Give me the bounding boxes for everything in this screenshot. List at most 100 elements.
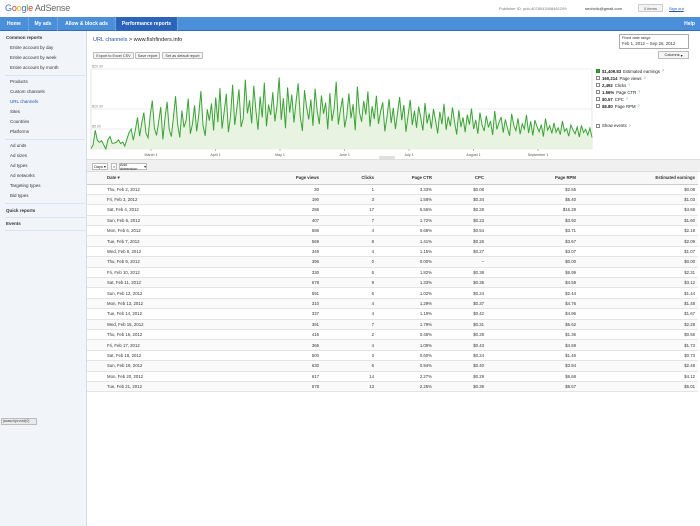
export-csv-button[interactable]: Export to Excel CSV xyxy=(93,52,134,59)
cell-estimated-earnings: $5.01 xyxy=(579,381,698,393)
sidebar-item-bid-types[interactable]: Bid types xyxy=(10,193,29,198)
cell-clicks: 4 xyxy=(322,225,377,237)
dimension-bar: Days ▾ × Add dimension ▾ xyxy=(87,159,700,172)
table-row: Tue, Feb 21, 2012 578 13 2.25% $0.39 $8.67 $5.… xyxy=(87,381,698,393)
legend-row-page-rpm[interactable]: $8.80 Page RPM? xyxy=(596,103,640,109)
set-default-report-button[interactable]: Set as default report xyxy=(162,52,203,59)
help-icon[interactable]: ? xyxy=(638,104,640,108)
cell-page-rpm: $3.92 xyxy=(487,215,579,227)
column-header-page-ctr[interactable]: Page CTR xyxy=(377,172,435,185)
sidebar-item-account-by-month[interactable]: Entire account by month xyxy=(10,65,59,70)
x-tick-label: June 1 xyxy=(339,153,350,157)
cell-estimated-earnings: $4.12 xyxy=(579,371,698,382)
cell-estimated-earnings: $1.07 xyxy=(579,246,698,258)
cell-clicks: 6 xyxy=(322,360,377,372)
cell-clicks: 4 xyxy=(322,246,377,258)
cell-clicks: 8 xyxy=(322,235,377,247)
cell-page-rpm: $3.71 xyxy=(487,225,579,237)
checkbox-icon[interactable] xyxy=(596,97,600,101)
sidebar-item-platforms[interactable]: Platforms xyxy=(10,129,29,134)
table-row: Fri, Feb 10, 2012 330 6 1.82% $0.38 $6.99 $2.3… xyxy=(87,267,698,279)
sidebar-item-url-channels[interactable]: URL channels xyxy=(10,99,38,104)
column-header-page-views[interactable]: Page views xyxy=(237,172,322,185)
sidebar-item-custom-channels[interactable]: Custom channels xyxy=(10,89,45,94)
legend-row-cpc[interactable]: $0.57 CPC? xyxy=(596,96,628,102)
column-header-page-rpm[interactable]: Page RPM xyxy=(487,172,579,185)
sign-out-link[interactable]: Sign out xyxy=(669,6,684,11)
x-tick-label: March 1 xyxy=(145,153,158,157)
cell-clicks: 6 xyxy=(322,287,377,299)
checkbox-icon[interactable] xyxy=(596,90,600,94)
table-header-row: Date ▾ Page views Clicks Page CTR CPC Pa… xyxy=(87,172,698,185)
sidebar-item-ad-types[interactable]: Ad types xyxy=(10,163,28,168)
sidebar-heading-quick-reports[interactable]: Quick reports xyxy=(6,208,35,213)
cell-page-views: 678 xyxy=(237,277,322,289)
checkbox-icon[interactable] xyxy=(596,123,600,128)
cell-date: Tue, Feb 14, 2012 xyxy=(87,308,237,320)
legend-row-earnings[interactable]: $1,409.83 Estimated earnings? xyxy=(596,68,664,74)
help-icon[interactable]: ? xyxy=(626,97,628,101)
cell-cpc: $0.38 xyxy=(435,267,487,279)
cell-page-rpm: $1.46 xyxy=(487,350,579,362)
cell-page-views: 578 xyxy=(237,381,322,393)
tab-performance-reports[interactable]: Performance reports xyxy=(116,17,178,31)
help-icon[interactable]: ? xyxy=(644,76,646,80)
checkbox-icon[interactable] xyxy=(596,83,600,87)
sidebar-item-account-by-week[interactable]: Entire account by week xyxy=(10,55,57,60)
sidebar-item-targeting-types[interactable]: Targeting types xyxy=(10,183,41,188)
sidebar-item-sites[interactable]: Sites xyxy=(10,109,20,114)
help-icon[interactable]: ? xyxy=(628,83,630,87)
help-icon[interactable]: ? xyxy=(638,90,640,94)
close-icon: × xyxy=(112,164,116,169)
tab-home[interactable]: Home xyxy=(0,17,29,31)
sidebar-item-account-by-day[interactable]: Entire account by day xyxy=(10,45,53,50)
save-report-button[interactable]: Save report xyxy=(135,52,160,59)
sidebar-item-countries[interactable]: Countries xyxy=(10,119,29,124)
sidebar-item-ad-networks[interactable]: Ad networks xyxy=(10,173,35,178)
cell-cpc: $0.23 xyxy=(435,215,487,227)
sidebar-divider xyxy=(5,139,85,140)
column-header-clicks[interactable]: Clicks xyxy=(322,172,377,185)
sort-desc-icon: ▾ xyxy=(117,174,120,180)
google-adsense-logo[interactable]: Google AdSense xyxy=(5,3,70,13)
legend-row-clicks[interactable]: 2,492 Clicks? xyxy=(596,82,630,88)
checkbox-icon[interactable] xyxy=(596,104,600,108)
cell-page-views: 617 xyxy=(237,371,322,382)
checkbox-icon[interactable] xyxy=(596,69,600,73)
checkbox-icon[interactable] xyxy=(596,76,600,80)
sidebar-heading-common-reports[interactable]: Common reports xyxy=(6,35,42,40)
help-icon[interactable]: ? xyxy=(662,69,664,73)
cell-cpc: $0.43 xyxy=(435,339,487,351)
sidebar-item-ad-sizes[interactable]: Ad sizes xyxy=(10,153,27,158)
notifications-button[interactable]: 0 items xyxy=(638,4,663,12)
sidebar-item-products[interactable]: Products xyxy=(10,79,28,84)
cell-cpc: $0.31 xyxy=(435,319,487,330)
column-header-date[interactable]: Date ▾ xyxy=(87,172,237,185)
days-dropdown[interactable]: Days ▾ xyxy=(92,163,108,170)
table-row: Wed, Feb 8, 2012 349 4 1.15% $0.27 $3.07 $1.07 xyxy=(87,246,698,258)
tab-my-ads[interactable]: My ads xyxy=(29,17,58,31)
remove-dimension-button[interactable]: × xyxy=(111,163,117,170)
cell-cpc: $0.24 xyxy=(435,287,487,299)
table-row: Wed, Feb 15, 2012 391 7 1.79% $0.31 $5.62 $2.2… xyxy=(87,319,698,330)
cell-date: Mon, Feb 20, 2012 xyxy=(87,371,237,382)
column-header-estimated-earnings[interactable]: Estimated earnings xyxy=(579,172,698,185)
cell-page-ctr: 1.15% xyxy=(377,246,435,258)
date-range-picker[interactable]: Fixed date range Feb 1, 2012 – Sep 26, 2… xyxy=(619,34,689,49)
tab-allow-block-ads[interactable]: Allow & block ads xyxy=(58,17,116,31)
legend-row-page-ctr[interactable]: 1.56% Page CTR? xyxy=(596,89,640,95)
column-header-cpc[interactable]: CPC xyxy=(435,172,487,185)
columns-button[interactable]: Columns ▾ xyxy=(658,51,689,59)
add-dimension-button[interactable]: Add dimension ▾ xyxy=(119,163,147,171)
sidebar-item-ad-units[interactable]: Ad units xyxy=(10,143,26,148)
cell-date: Wed, Feb 8, 2012 xyxy=(87,246,237,258)
cell-page-rpm: $4.69 xyxy=(487,339,579,351)
sidebar-heading-events[interactable]: Events xyxy=(6,221,21,226)
help-icon[interactable]: ? xyxy=(629,124,631,128)
cell-clicks: 2 xyxy=(322,329,377,341)
show-events-toggle[interactable]: Show events? xyxy=(596,123,631,128)
legend-row-page-views[interactable]: 160,214 Page views? xyxy=(596,75,646,81)
breadcrumb-url-channels[interactable]: URL channels xyxy=(93,37,127,43)
cell-page-ctr: 1.41% xyxy=(377,235,435,247)
help-link[interactable]: Help xyxy=(684,17,695,31)
